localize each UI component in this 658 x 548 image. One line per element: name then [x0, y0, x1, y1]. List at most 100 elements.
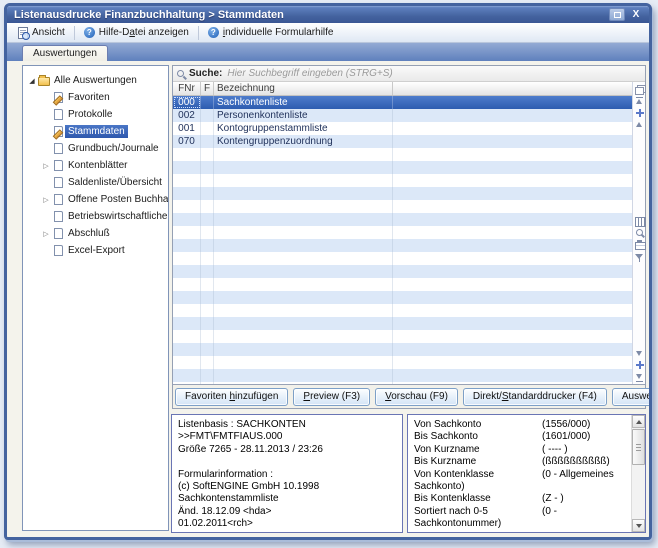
extra-cell — [393, 109, 632, 122]
auswertung-drucken-button[interactable]: Auswertung drucken — [612, 388, 652, 406]
table-row[interactable] — [173, 252, 632, 265]
print-icon[interactable] — [634, 240, 645, 250]
restore-button[interactable] — [609, 8, 625, 21]
fnr-cell — [173, 291, 201, 304]
table-row[interactable] — [173, 330, 632, 343]
toolbar-item-hilfe-datei-anzeigen[interactable]: ?Hilfe-Datei anzeigen — [77, 25, 196, 40]
scrollbar-up-button[interactable] — [632, 415, 645, 428]
flag-cell — [201, 187, 214, 200]
expanded-icon[interactable]: ◢ — [27, 77, 37, 85]
tree-item-kontenblaetter[interactable]: ▷Kontenblätter — [27, 157, 166, 174]
table-row[interactable] — [173, 291, 632, 304]
extra-cell — [393, 369, 632, 382]
table-row[interactable] — [173, 304, 632, 317]
table-row[interactable] — [173, 213, 632, 226]
column-header-fnr[interactable]: FNr — [173, 82, 201, 95]
document-icon — [51, 211, 65, 222]
scrollbar-thumb[interactable] — [632, 429, 645, 465]
move-down-icon[interactable] — [634, 360, 645, 370]
tree-item-offene-posten-buchhaltung[interactable]: ▷Offene Posten Buchhaltung — [27, 191, 166, 208]
extra-cell — [393, 213, 632, 226]
column-header-f[interactable]: F — [201, 82, 214, 95]
search-bar[interactable]: Suche: Hier Suchbegriff eingeben (STRG+S… — [173, 66, 645, 82]
direkt-standarddrucker-f4-button[interactable]: Direkt/Standarddrucker (F4) — [463, 388, 607, 406]
zoom-icon[interactable] — [634, 228, 645, 238]
toolbar-separator — [74, 26, 75, 40]
tree-item-label: Abschluß — [65, 227, 113, 240]
table-row[interactable] — [173, 148, 632, 161]
copy-icon[interactable] — [634, 84, 645, 94]
page-down-icon[interactable] — [634, 348, 645, 358]
extra-cell — [393, 317, 632, 330]
preview-f3-button[interactable]: Preview (F3) — [293, 388, 370, 406]
fnr-cell — [173, 304, 201, 317]
filter-icon[interactable] — [634, 252, 645, 262]
scrollbar-down-button[interactable] — [632, 519, 645, 532]
table-row[interactable]: 002Personenkontenliste — [173, 109, 632, 122]
extra-cell — [393, 96, 632, 109]
tree-item-stammdaten[interactable]: Stammdaten — [27, 123, 166, 140]
tab-auswertungen[interactable]: Auswertungen — [22, 45, 108, 61]
extra-cell — [393, 356, 632, 369]
bezeichnung-cell — [214, 174, 393, 187]
table-row[interactable] — [173, 174, 632, 187]
table-row[interactable]: 070Kontengruppenzuordnung — [173, 135, 632, 148]
table-row[interactable] — [173, 278, 632, 291]
tree-item-alle-auswertungen[interactable]: ◢Alle Auswertungen — [27, 72, 166, 89]
range-value: (1556/000) — [542, 419, 629, 431]
tree-item-abschluss[interactable]: ▷ Abschluß — [27, 225, 166, 242]
move-up-icon[interactable] — [634, 108, 645, 118]
extra-cell — [393, 343, 632, 356]
table-row[interactable] — [173, 239, 632, 252]
column-header-extra[interactable] — [393, 82, 632, 95]
scroll-bottom-icon[interactable] — [634, 372, 645, 382]
table-row[interactable] — [173, 161, 632, 174]
collapsed-icon[interactable]: ▷ — [41, 196, 51, 204]
page-up-icon[interactable] — [634, 120, 645, 130]
range-row: Von Kurzname( ---- ) — [414, 444, 629, 456]
table-row[interactable]: 000Sachkontenliste — [173, 96, 632, 109]
flag-cell — [201, 317, 214, 330]
table-row[interactable] — [173, 356, 632, 369]
toolbar-item-individuelle-formularhilfe[interactable]: ?individuelle Formularhilfe — [201, 25, 341, 40]
scroll-top-icon[interactable] — [634, 96, 645, 106]
table-row[interactable] — [173, 369, 632, 382]
fnr-cell — [173, 161, 201, 174]
bezeichnung-cell — [214, 317, 393, 330]
table-row[interactable] — [173, 187, 632, 200]
range-label: Von Kontenklasse — [414, 469, 542, 481]
collapsed-icon[interactable]: ▷ — [41, 162, 51, 170]
collapsed-icon[interactable]: ▷ — [41, 230, 51, 238]
columns-icon[interactable] — [634, 216, 645, 226]
table-row[interactable] — [173, 200, 632, 213]
info-line: (c) SoftENGINE GmbH 10.1998 — [178, 481, 396, 493]
document-icon — [51, 245, 65, 256]
tree-item-favoriten[interactable]: Favoriten — [27, 89, 166, 106]
range-value: ( ---- ) — [542, 444, 629, 456]
close-button[interactable]: X — [628, 8, 644, 21]
favoriten-hinzufuegen-button[interactable]: Favoriten hinzufügen — [175, 388, 288, 406]
toolbar-item-ansicht[interactable]: Ansicht — [11, 25, 72, 41]
search-placeholder: Hier Suchbegriff eingeben (STRG+S) — [227, 68, 392, 79]
tree-item-betriebswirtschaftliche-auswertungen[interactable]: Betriebswirtschaftliche Auswertungen — [27, 208, 166, 225]
document-icon — [51, 160, 65, 171]
tree-item-excel-export[interactable]: Excel-Export — [27, 242, 166, 259]
range-label: Von Kurzname — [414, 444, 542, 456]
fnr-cell — [173, 317, 201, 330]
range-row: Sachkonto) — [414, 481, 629, 493]
info-line: Änd. 18.12.09 <hda> — [178, 506, 396, 518]
scrollbar-track[interactable] — [632, 466, 645, 519]
flag-cell — [201, 239, 214, 252]
tree-item-saldenliste-uebersicht[interactable]: Saldenliste/Übersicht — [27, 174, 166, 191]
table-row[interactable] — [173, 226, 632, 239]
table-row[interactable] — [173, 343, 632, 356]
table-row[interactable] — [173, 265, 632, 278]
column-header-bezeichnung[interactable]: Bezeichnung — [214, 82, 393, 95]
vorschau-f9-button[interactable]: Vorschau (F9) — [375, 388, 458, 406]
tree-item-protokolle[interactable]: Protokolle — [27, 106, 166, 123]
table-row[interactable] — [173, 317, 632, 330]
bezeichnung-cell — [214, 252, 393, 265]
table-row[interactable]: 001Kontogruppenstammliste — [173, 122, 632, 135]
bezeichnung-cell — [214, 226, 393, 239]
tree-item-grundbuch-journale[interactable]: Grundbuch/Journale — [27, 140, 166, 157]
